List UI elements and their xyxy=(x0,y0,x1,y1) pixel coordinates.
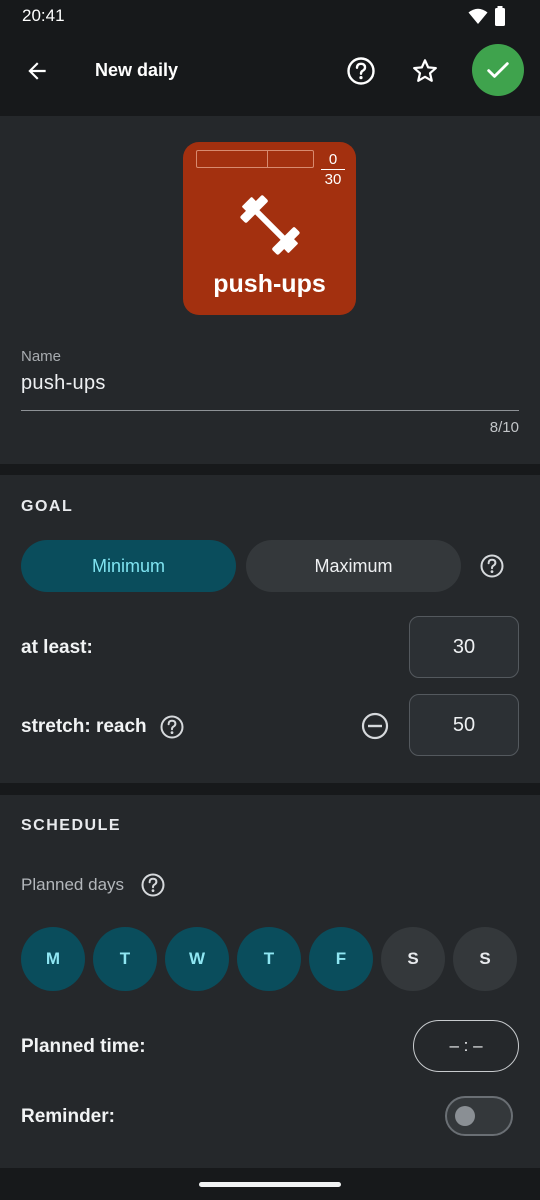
planned-time-button[interactable]: – : – xyxy=(413,1020,519,1072)
progress-current: 0 xyxy=(328,151,338,168)
progress-total: 30 xyxy=(324,171,342,188)
schedule-title: SCHEDULE xyxy=(21,817,122,834)
app-bar: New daily xyxy=(0,34,540,114)
at-least-label: at least: xyxy=(21,637,93,658)
status-icons xyxy=(468,6,506,26)
day-monday[interactable]: M xyxy=(21,927,85,991)
wifi-icon xyxy=(468,8,488,24)
progress-count: 0 30 xyxy=(321,151,345,188)
home-gesture-handle[interactable] xyxy=(199,1182,341,1187)
favorite-button[interactable] xyxy=(402,48,448,94)
habit-preview-card: 0 30 push-ups xyxy=(183,142,356,315)
stretch-help-icon[interactable] xyxy=(159,714,185,740)
reminder-label: Reminder: xyxy=(21,1106,115,1127)
help-icon xyxy=(347,57,375,85)
name-input[interactable]: push-ups xyxy=(21,372,106,395)
habit-details-section: 0 30 push-ups Name push-ups 8/10 xyxy=(0,116,540,464)
help-button[interactable] xyxy=(338,48,384,94)
check-icon xyxy=(487,62,509,78)
day-thursday[interactable]: T xyxy=(237,927,301,991)
goal-maximum-button[interactable]: Maximum xyxy=(246,540,461,592)
battery-icon xyxy=(495,6,505,26)
at-least-input[interactable]: 30 xyxy=(409,616,519,678)
day-sunday[interactable]: S xyxy=(453,927,517,991)
back-arrow-icon xyxy=(28,62,46,80)
status-bar: 20:41 xyxy=(0,0,540,34)
day-saturday[interactable]: S xyxy=(381,927,445,991)
dumbbell-icon xyxy=(240,195,300,255)
goal-minimum-button[interactable]: Minimum xyxy=(21,540,236,592)
star-icon xyxy=(413,59,437,82)
day-wednesday[interactable]: W xyxy=(165,927,229,991)
habit-card-name: push-ups xyxy=(213,270,326,298)
progress-bar xyxy=(196,150,314,168)
planned-days-selector: M T W T F S S xyxy=(21,927,517,991)
planned-days-help-icon[interactable] xyxy=(140,872,166,898)
day-friday[interactable]: F xyxy=(309,927,373,991)
confirm-button[interactable] xyxy=(472,44,524,96)
reminder-toggle[interactable] xyxy=(445,1096,513,1136)
goal-title: GOAL xyxy=(21,498,74,515)
goal-help-icon[interactable] xyxy=(479,553,505,579)
page-title: New daily xyxy=(95,60,179,80)
minus-circle-icon[interactable] xyxy=(359,710,391,742)
name-char-counter: 8/10 xyxy=(489,419,519,436)
name-label: Name xyxy=(21,348,62,365)
stretch-label: stretch: reach xyxy=(21,716,147,737)
planned-time-label: Planned time: xyxy=(21,1036,146,1057)
system-nav-bar xyxy=(0,1168,540,1200)
back-button[interactable] xyxy=(14,48,60,94)
planned-days-label: Planned days xyxy=(21,875,125,894)
toggle-knob xyxy=(455,1106,475,1126)
schedule-section: SCHEDULE Planned days M T W T F S S Plan… xyxy=(0,795,540,1168)
stretch-input[interactable]: 50 xyxy=(409,694,519,756)
goal-section: GOAL Minimum Maximum at least: 30 stretc… xyxy=(0,475,540,783)
name-underline xyxy=(21,410,519,411)
day-tuesday[interactable]: T xyxy=(93,927,157,991)
status-time: 20:41 xyxy=(22,6,65,25)
